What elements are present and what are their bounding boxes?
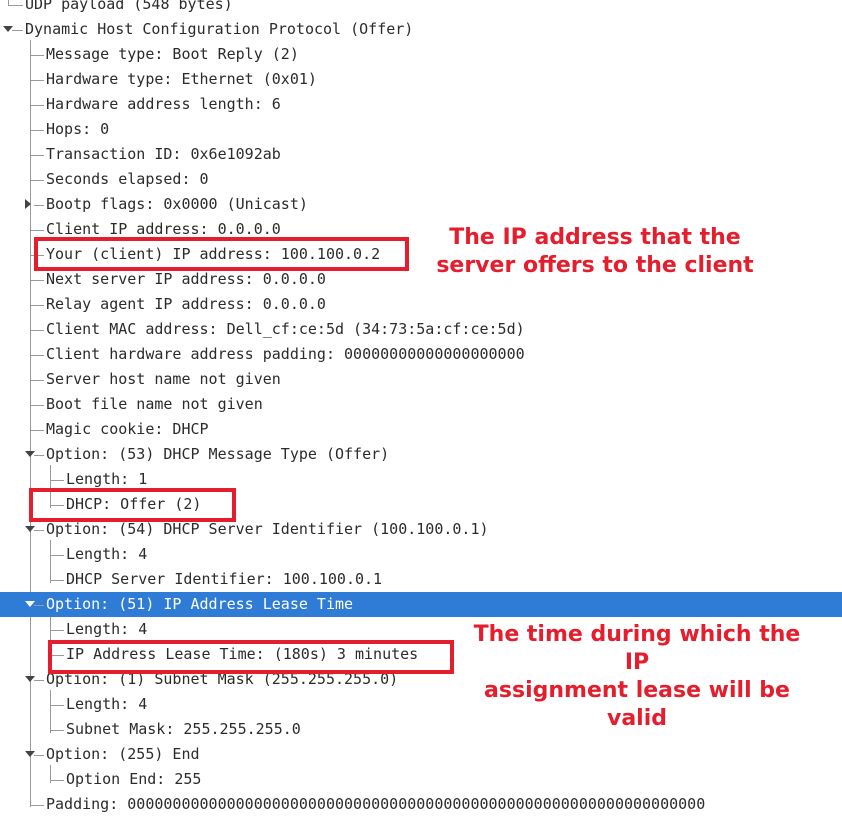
tree-connector (50, 580, 64, 581)
tree-row[interactable]: Hardware address length: 6 (0, 92, 842, 117)
tree-row[interactable]: Padding: 0000000000000000000000000000000… (0, 792, 842, 817)
tree-row-label: Server host name not given (46, 370, 281, 388)
tree-row-label: Hardware address length: 6 (46, 95, 281, 113)
tree-row-label: DHCP Server Identifier: 100.100.0.1 (66, 570, 383, 588)
tree-row[interactable]: Length: 4 (0, 542, 842, 567)
tree-row[interactable]: Transaction ID: 0x6e1092ab (0, 142, 842, 167)
tree-row-label: Bootp flags: 0x0000 (Unicast) (46, 195, 308, 213)
annotation-lease-time: The time during which the IP assignment … (462, 621, 812, 733)
tree-row[interactable]: Hardware type: Ethernet (0x01) (0, 67, 842, 92)
tree-connector (30, 130, 44, 131)
tree-connector (34, 755, 44, 756)
tree-connector (34, 455, 44, 456)
tree-row-label: Length: 4 (66, 695, 148, 713)
tree-row[interactable]: Option: (53) DHCP Message Type (Offer) (0, 442, 842, 467)
annotation-ip-offer: The IP address that the server offers to… (430, 224, 760, 280)
tree-row[interactable]: DHCP Server Identifier: 100.100.0.1 (0, 567, 842, 592)
tree-row-label: Option: (255) End (46, 745, 200, 763)
tree-row-label: Subnet Mask: 255.255.255.0 (66, 720, 301, 738)
tree-row-selected[interactable]: Option: (51) IP Address Lease Time (0, 592, 842, 617)
expand-arrow-icon[interactable] (25, 601, 35, 607)
tree-connector (34, 530, 44, 531)
tree-connector (30, 330, 44, 331)
tree-row-label: Relay agent IP address: 0.0.0.0 (46, 295, 326, 313)
annotation-ip-offer-line1: The IP address that the (449, 225, 741, 250)
annotation-ip-offer-line2: server offers to the client (436, 253, 754, 278)
tree-row[interactable]: Client MAC address: Dell_cf:ce:5d (34:73… (0, 317, 842, 342)
tree-row[interactable]: Option: (255) End (0, 742, 842, 767)
tree-row[interactable]: Dynamic Host Configuration Protocol (Off… (0, 17, 842, 42)
tree-connector (12, 30, 23, 31)
highlight-box-dhcp-offer (29, 488, 236, 522)
tree-connector (8, 5, 23, 6)
tree-row[interactable]: Bootp flags: 0x0000 (Unicast) (0, 192, 842, 217)
tree-row[interactable]: Option End: 255 (0, 767, 842, 792)
tree-connector (30, 280, 44, 281)
tree-connector (30, 155, 44, 156)
tree-row-label: Option: (51) IP Address Lease Time (46, 595, 354, 613)
tree-row[interactable]: Hops: 0 (0, 117, 842, 142)
tree-connector (30, 230, 44, 231)
tree-row-label: Dynamic Host Configuration Protocol (Off… (25, 20, 414, 38)
tree-row-label: Seconds elapsed: 0 (46, 170, 209, 188)
highlight-box-your-ip (34, 237, 409, 271)
tree-connector (30, 55, 44, 56)
expand-arrow-icon[interactable] (25, 751, 35, 757)
collapse-arrow-icon[interactable] (25, 199, 31, 209)
tree-row-label: Option End: 255 (66, 770, 202, 788)
expand-arrow-icon[interactable] (25, 526, 35, 532)
tree-connector (30, 405, 44, 406)
tree-row[interactable]: Relay agent IP address: 0.0.0.0 (0, 292, 842, 317)
tree-row-label: Hardware type: Ethernet (0x01) (46, 70, 317, 88)
tree-row-label: Message type: Boot Reply (2) (46, 45, 299, 63)
tree-connector (30, 180, 44, 181)
tree-row-label: Boot file name not given (46, 395, 263, 413)
tree-row-label: Magic cookie: DHCP (46, 420, 209, 438)
expand-arrow-icon[interactable] (25, 451, 35, 457)
tree-row[interactable]: Message type: Boot Reply (2) (0, 42, 842, 67)
tree-connector (50, 480, 64, 481)
tree-connector (34, 605, 44, 606)
tree-row-label: Length: 4 (66, 545, 148, 563)
tree-connector (30, 380, 44, 381)
tree-row[interactable]: Client hardware address padding: 0000000… (0, 342, 842, 367)
tree-connector (30, 355, 44, 356)
tree-connector (34, 205, 44, 206)
tree-row[interactable]: UDP payload (548 bytes) (0, 0, 842, 17)
tree-connector (30, 805, 44, 806)
annotation-lease-line2: assignment lease will be valid (484, 678, 790, 731)
highlight-box-lease-time (48, 640, 454, 674)
tree-connector (34, 680, 44, 681)
tree-row-label: Hops: 0 (46, 120, 110, 138)
tree-row[interactable]: Magic cookie: DHCP (0, 417, 842, 442)
tree-connector (50, 730, 64, 731)
tree-row-label: Client MAC address: Dell_cf:ce:5d (34:73… (46, 320, 525, 338)
tree-row-label: Option: (53) DHCP Message Type (Offer) (46, 445, 390, 463)
tree-connector (50, 780, 64, 781)
tree-connector (50, 630, 64, 631)
tree-row-label: Transaction ID: 0x6e1092ab (46, 145, 281, 163)
tree-connector (30, 305, 44, 306)
tree-connector (30, 430, 44, 431)
annotation-lease-line1: The time during which the IP (473, 622, 801, 675)
tree-row[interactable]: Seconds elapsed: 0 (0, 167, 842, 192)
tree-connector (30, 105, 44, 106)
tree-row-label: Client hardware address padding: 0000000… (46, 345, 525, 363)
tree-row[interactable]: Boot file name not given (0, 392, 842, 417)
tree-row-label: UDP payload (548 bytes) (25, 0, 233, 13)
tree-connector (50, 705, 64, 706)
tree-connector (50, 555, 64, 556)
tree-row-label: Padding: 0000000000000000000000000000000… (46, 795, 706, 813)
expand-arrow-icon[interactable] (25, 676, 35, 682)
tree-row[interactable]: Server host name not given (0, 367, 842, 392)
expand-arrow-icon[interactable] (3, 26, 13, 32)
tree-row-label: Length: 4 (66, 620, 148, 638)
tree-connector (30, 80, 44, 81)
